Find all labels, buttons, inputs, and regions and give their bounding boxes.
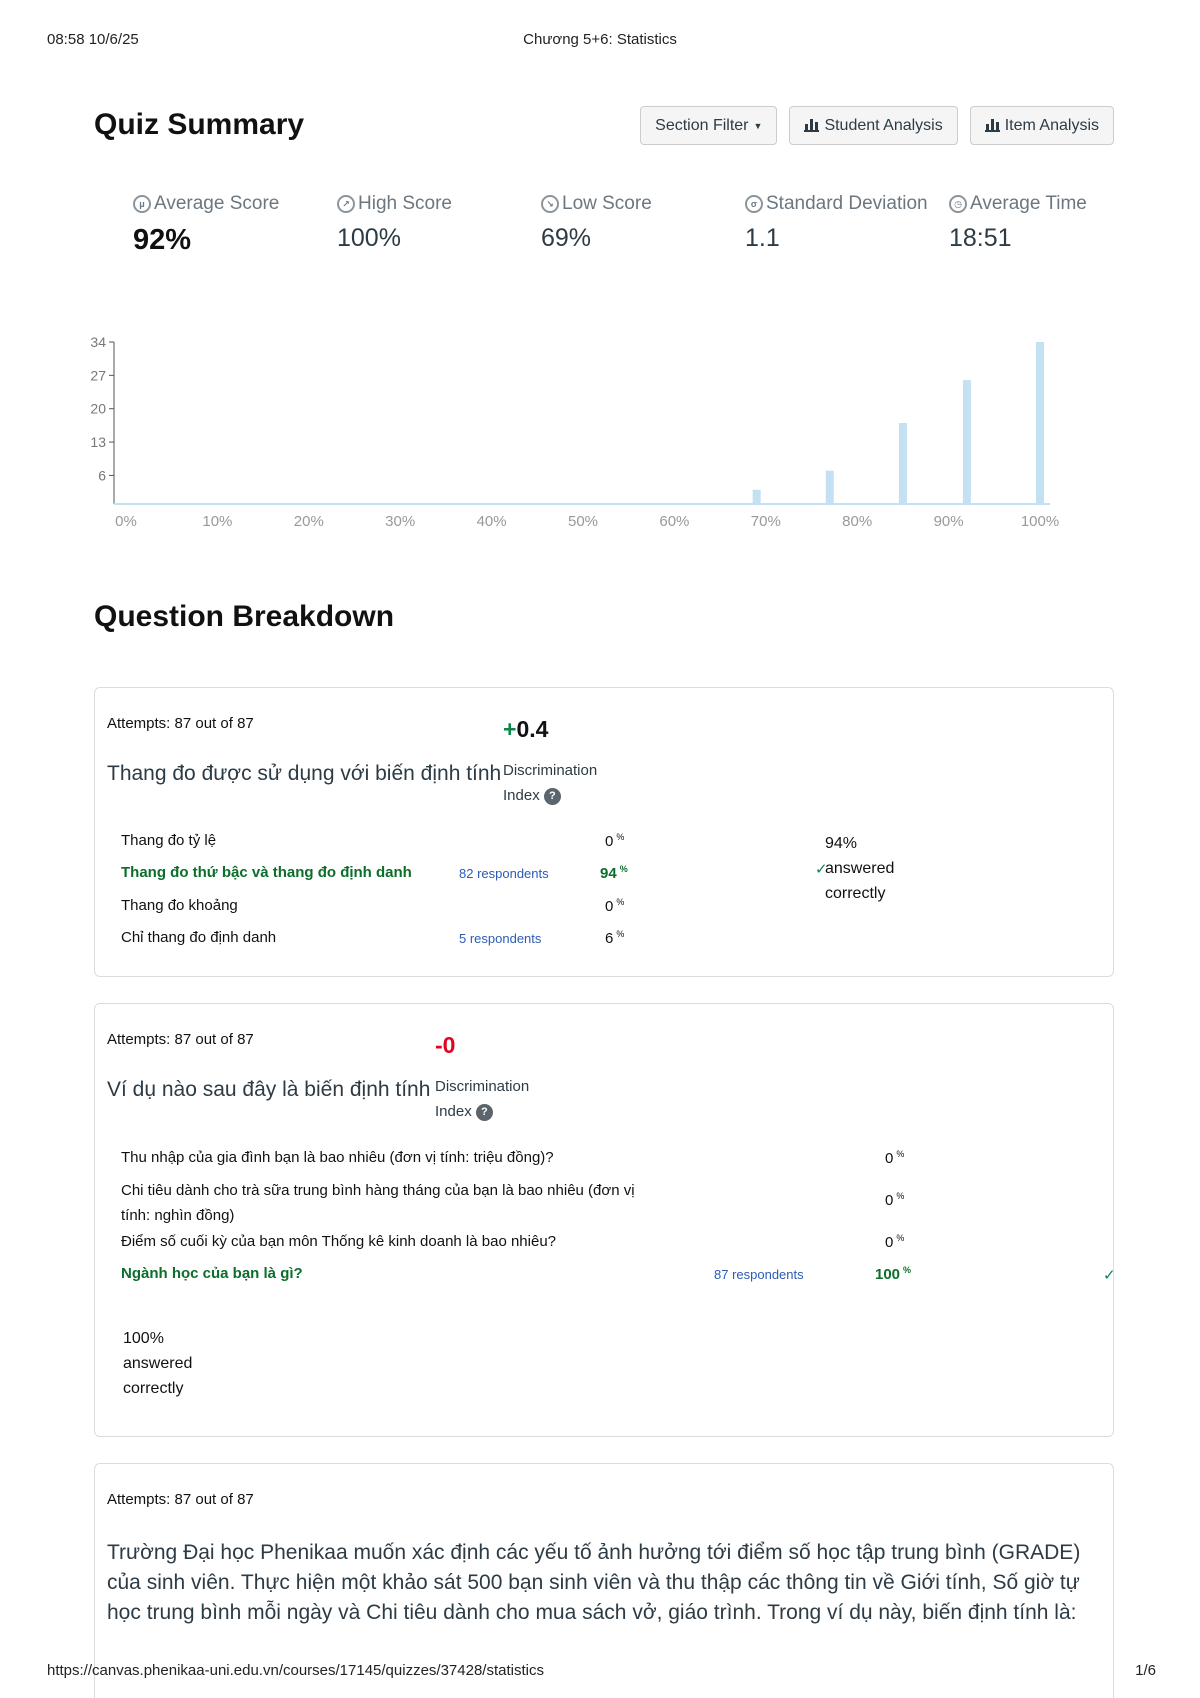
- bar-chart-icon: [984, 119, 1000, 132]
- item-analysis-label: Item Analysis: [1004, 116, 1099, 134]
- clock-icon: ◷: [949, 195, 967, 213]
- chart-bar: [898, 423, 907, 504]
- help-icon[interactable]: ?: [543, 787, 561, 805]
- chart-bar: [825, 470, 834, 504]
- answer-text: Chi tiêu dành cho trà sữa trung bình hàn…: [121, 1182, 635, 1224]
- quiz-stats: μ Average Score 92% ↗ High Score 100% ↘ Low…: [133, 193, 1153, 257]
- stat-value: 18:51: [949, 224, 1012, 252]
- answer-percent: 100%: [875, 1265, 912, 1283]
- stat-label: Average Time: [970, 193, 1087, 214]
- arrow-up-icon: ↗: [337, 195, 355, 213]
- stat-value: 69%: [541, 224, 592, 252]
- correct-summary: 100% answered correctly: [123, 1330, 193, 1397]
- section-filter-label: Section Filter: [655, 116, 749, 134]
- answer-percent: 0%: [605, 897, 625, 915]
- question-breakdown-title: Question Breakdown: [94, 600, 395, 633]
- question-card: Attempts: 87 out of 87 -0 Ví dụ nào sau …: [94, 1003, 1116, 1437]
- question-text: Trường Đại học Phenikaa muốn xác định cá…: [107, 1541, 1081, 1624]
- question-text: Thang đo được sử dụng với biến định tính: [107, 762, 502, 785]
- y-tick-label: 13: [90, 434, 106, 450]
- caret-down-icon: ▼: [753, 120, 763, 131]
- x-tick-label: 100%: [1021, 513, 1059, 530]
- stat-value: 1.1: [745, 224, 780, 252]
- respondents-link[interactable]: 5 respondents: [459, 931, 541, 946]
- chart-bar: [752, 489, 761, 504]
- answer-percent: 0%: [885, 1149, 905, 1167]
- x-tick-label: 50%: [568, 513, 598, 530]
- x-tick-label: 60%: [659, 513, 689, 530]
- check-icon: ✓: [1103, 1267, 1116, 1284]
- y-tick-label: 34: [90, 334, 106, 350]
- average-icon: μ: [133, 195, 151, 213]
- respondents-link[interactable]: 87 respondents: [714, 1267, 804, 1282]
- stat-low-score: ↘ Low Score 69%: [541, 193, 745, 257]
- attempts-label: Attempts: 87 out of 87: [107, 1031, 254, 1048]
- student-analysis-label: Student Analysis: [824, 116, 943, 134]
- discrimination-value: +0.4: [503, 716, 549, 742]
- answer-text: Thang đo tỷ lệ: [121, 832, 217, 849]
- answer-percent: 6%: [605, 929, 625, 947]
- sigma-icon: σ: [745, 195, 763, 213]
- answer-text: Chỉ thang đo định danh: [121, 929, 277, 946]
- question-text: Ví dụ nào sau đây là biến định tính: [107, 1078, 431, 1101]
- x-tick-label: 10%: [202, 513, 232, 530]
- stat-label: Average Score: [154, 193, 280, 214]
- answer-percent: 0%: [885, 1233, 905, 1251]
- y-tick-label: 27: [90, 367, 106, 383]
- chart-bar: [1036, 342, 1044, 504]
- y-tick-label: 6: [98, 467, 106, 483]
- print-page-number: 1/6: [1135, 1662, 1156, 1679]
- x-tick-label: 20%: [294, 513, 324, 530]
- stat-std-dev: σ Standard Deviation 1.1: [745, 193, 949, 257]
- x-tick-label: 80%: [842, 513, 872, 530]
- answer-text: Điểm số cuối kỳ của bạn môn Thống kê kin…: [121, 1233, 557, 1250]
- score-distribution-chart: 6 13 20 27 34 0% 10% 20% 30% 40% 50% 60% 70% 80% 90% 10…: [90, 334, 1059, 530]
- stat-value: 92%: [133, 224, 192, 256]
- answer-text-correct: Thang đo thứ bậc và thang đo định danh: [121, 864, 412, 881]
- print-url: https://canvas.phenikaa-uni.edu.vn/cours…: [47, 1662, 544, 1679]
- student-analysis-button[interactable]: Student Analysis: [789, 106, 958, 145]
- item-analysis-button[interactable]: Item Analysis: [969, 106, 1114, 145]
- stat-value: 100%: [337, 224, 401, 252]
- respondents-link[interactable]: 82 respondents: [459, 866, 549, 881]
- section-filter-button[interactable]: Section Filter ▼: [640, 106, 778, 145]
- print-doc-title: Chương 5+6: Statistics: [523, 31, 677, 48]
- chart-bar: [962, 380, 971, 504]
- correct-summary: 94% answered correctly: [825, 835, 895, 902]
- page-title: Quiz Summary: [94, 108, 305, 141]
- x-tick-label: 70%: [751, 513, 781, 530]
- discrimination-label: Discrimination Index ?: [435, 1078, 530, 1121]
- attempts-label: Attempts: 87 out of 87: [107, 1491, 254, 1508]
- stat-label: Standard Deviation: [766, 193, 928, 214]
- help-icon[interactable]: ?: [475, 1103, 493, 1121]
- discrimination-label: Discrimination Index ?: [503, 762, 598, 805]
- toolbar: Section Filter ▼ Student Analysis Item A…: [640, 106, 1114, 145]
- x-tick-label: 40%: [477, 513, 507, 530]
- answer-percent: 94%: [600, 864, 628, 882]
- attempts-label: Attempts: 87 out of 87: [107, 715, 254, 732]
- answer-text: Thu nhập của gia đình bạn là bao nhiêu (…: [121, 1149, 554, 1166]
- question-card: Attempts: 87 out of 87 +0.4 Thang đo đượ…: [94, 687, 1114, 977]
- x-tick-label: 90%: [934, 513, 964, 530]
- stat-label: Low Score: [562, 193, 652, 214]
- stat-label: High Score: [358, 193, 452, 214]
- y-tick-label: 20: [90, 401, 106, 417]
- answer-text: Thang đo khoảng: [121, 897, 238, 914]
- bar-chart-icon: [804, 119, 820, 132]
- x-tick-label: 30%: [385, 513, 415, 530]
- answer-percent: 0%: [605, 832, 625, 850]
- stat-average-time: ◷ Average Time 18:51: [949, 193, 1153, 257]
- arrow-down-icon: ↘: [541, 195, 559, 213]
- stat-average-score: μ Average Score 92%: [133, 193, 337, 257]
- discrimination-value: -0: [435, 1032, 456, 1058]
- x-tick-label: 0%: [115, 513, 137, 530]
- answer-text-correct: Ngành học của bạn là gì?: [121, 1265, 303, 1282]
- stat-high-score: ↗ High Score 100%: [337, 193, 541, 257]
- answer-percent: 0%: [885, 1191, 905, 1209]
